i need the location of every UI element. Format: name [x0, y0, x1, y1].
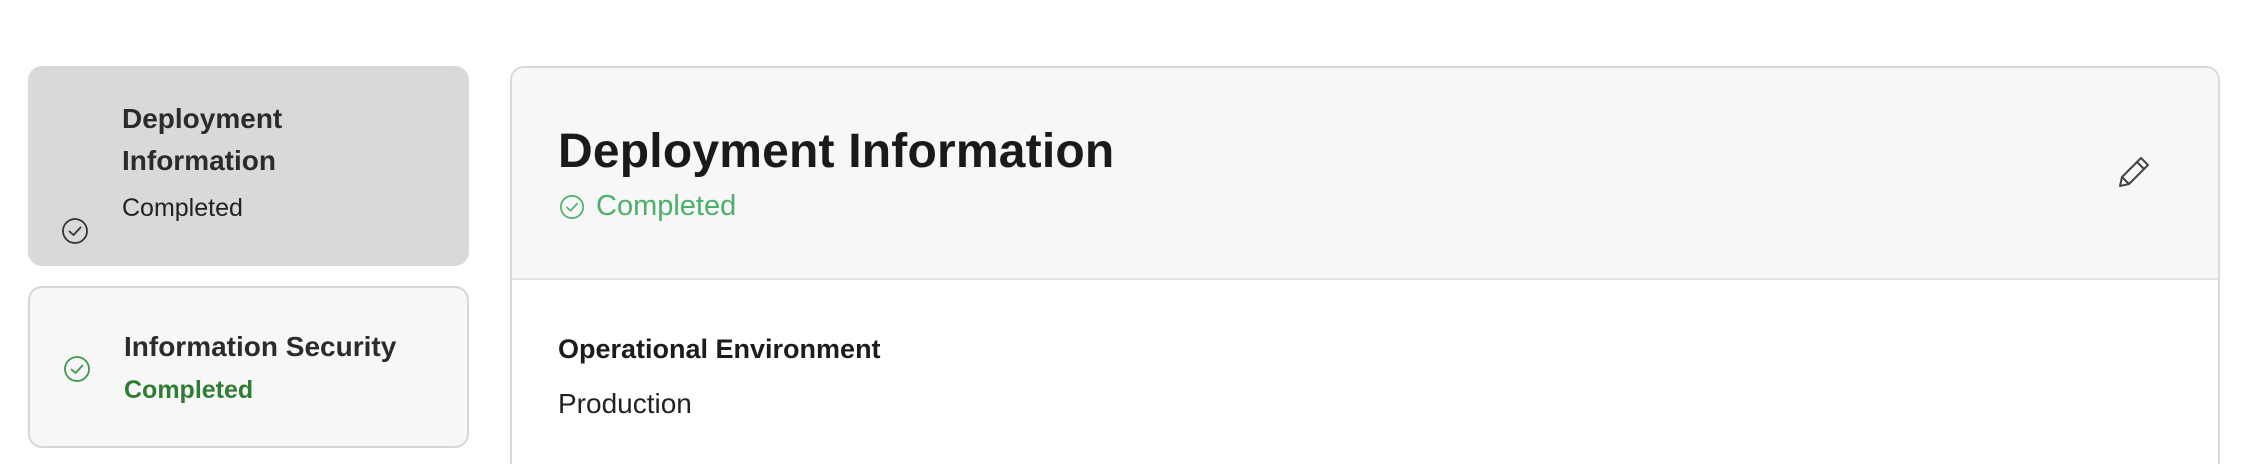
step-text: Information Security Completed	[124, 326, 454, 405]
field-value-operational-environment: Production	[558, 388, 692, 419]
check-circle-icon	[60, 216, 90, 246]
step-status: Completed	[122, 194, 243, 222]
status-badge: Completed	[558, 190, 736, 223]
pencil-icon	[2112, 150, 2156, 199]
edit-button[interactable]	[2110, 150, 2158, 198]
check-circle-icon	[558, 193, 586, 221]
step-text: Deployment Information Completed	[122, 98, 442, 223]
deployment-information-panel: Deployment Information Completed Operati…	[510, 66, 2220, 464]
step-information-security[interactable]: Information Security Completed	[28, 286, 469, 448]
status-text: Completed	[596, 190, 737, 222]
panel-header: Deployment Information Completed	[512, 68, 2218, 280]
check-circle-icon	[62, 354, 92, 384]
step-status: Completed	[124, 376, 254, 404]
step-deployment-information[interactable]: Deployment Information Completed	[28, 66, 469, 266]
page-title: Deployment Information	[558, 125, 1115, 178]
field-label-operational-environment: Operational Environment	[558, 334, 881, 364]
step-title: Information Security	[124, 331, 397, 362]
step-title: Deployment Information	[122, 103, 283, 176]
page: Deployment Information Completed Informa…	[0, 0, 2244, 464]
